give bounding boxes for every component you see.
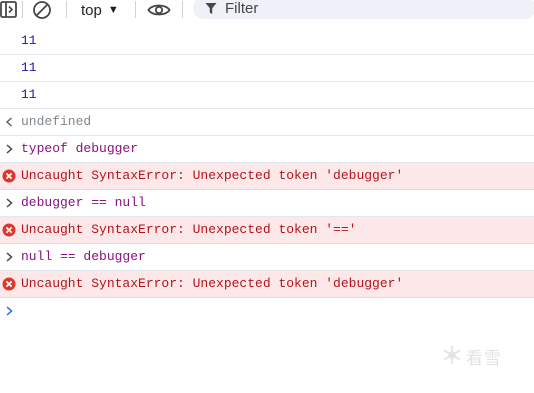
input-code: debugger == null <box>21 195 146 210</box>
console-row-error: Uncaught SyntaxError: Unexpected token '… <box>0 217 534 244</box>
chevron-down-icon: ▼ <box>107 4 119 16</box>
watermark-text: 看雪 <box>466 349 502 369</box>
input-chevron-icon <box>1 136 17 162</box>
result-arrow-icon <box>1 109 17 135</box>
input-chevron-icon <box>1 190 17 216</box>
prompt-chevron-icon <box>1 298 17 324</box>
console-row-input: typeof debugger <box>0 136 534 163</box>
eye-icon[interactable] <box>147 0 171 20</box>
output-value: 11 <box>21 60 37 75</box>
error-icon <box>1 271 17 297</box>
console-row-input: debugger == null <box>0 190 534 217</box>
input-code: null == debugger <box>21 249 146 264</box>
filter-placeholder: Filter <box>225 0 259 17</box>
funnel-icon <box>205 2 217 15</box>
input-chevron-icon <box>1 244 17 270</box>
output-value: 11 <box>21 33 37 48</box>
error-message: Uncaught SyntaxError: Unexpected token '… <box>21 168 404 183</box>
error-message: Uncaught SyntaxError: Unexpected token '… <box>21 222 357 237</box>
error-icon <box>1 217 17 243</box>
console-prompt[interactable] <box>0 298 534 324</box>
watermark-logo: 看雪 <box>442 344 502 369</box>
toolbar-divider <box>22 1 23 18</box>
result-value: undefined <box>21 114 92 129</box>
output-value: 11 <box>21 87 37 102</box>
console-row-output: 11 <box>0 55 534 82</box>
console-row-error: Uncaught SyntaxError: Unexpected token '… <box>0 271 534 298</box>
clear-console-icon[interactable] <box>32 0 52 20</box>
console-toolbar: top ▼ Filter <box>0 0 534 20</box>
sidebar-toggle-icon[interactable] <box>0 0 18 20</box>
console-row-output: 11 <box>0 82 534 109</box>
toolbar-divider <box>135 1 136 18</box>
input-code: typeof debugger <box>21 141 139 156</box>
error-icon <box>1 163 17 189</box>
context-selector[interactable]: top ▼ <box>81 0 119 20</box>
context-label: top <box>81 1 102 19</box>
toolbar-divider <box>182 1 183 18</box>
console-row-input: null == debugger <box>0 244 534 271</box>
filter-input[interactable]: Filter <box>193 0 534 19</box>
console-row-result: undefined <box>0 109 534 136</box>
console-row-output: 11 <box>0 28 534 55</box>
snowflake-icon <box>442 345 462 369</box>
console-output: 11 11 11 undefined typeof debugger Uncau… <box>0 28 534 324</box>
error-message: Uncaught SyntaxError: Unexpected token '… <box>21 276 404 291</box>
toolbar-divider <box>66 1 67 18</box>
console-row-error: Uncaught SyntaxError: Unexpected token '… <box>0 163 534 190</box>
